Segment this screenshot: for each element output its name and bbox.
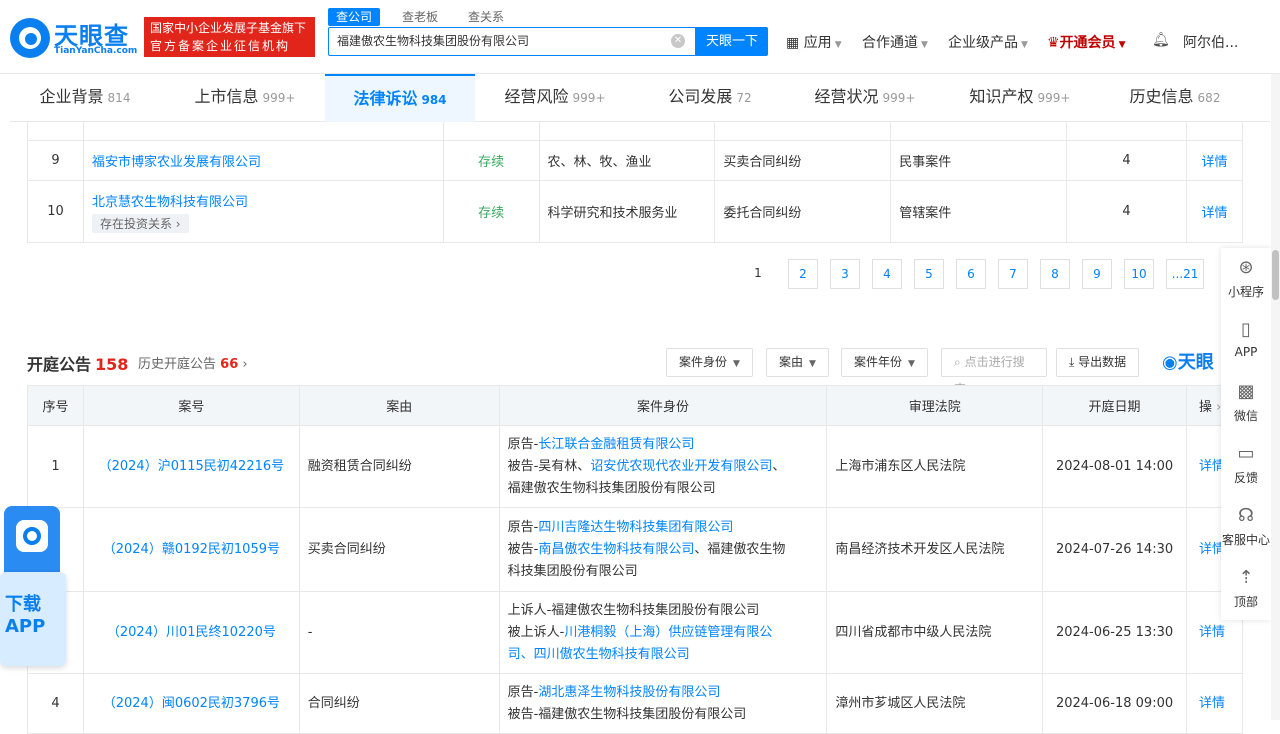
chevron-down-icon: ▼ [921, 40, 928, 50]
party-link[interactable]: 诏安优农现代农业开发有限公司 [590, 459, 772, 474]
rail-feedback[interactable]: ▭ 反馈 [1221, 434, 1271, 496]
court-announcement-table: 序号 案号 案由 案件身份 审理法院 开庭日期操 › 1 （2024）沪0115民初422… [27, 385, 1243, 734]
party-link[interactable]: 川港桐毅（上海）供应链管理有限公 [564, 625, 772, 640]
case-number-link[interactable]: （2024）赣0192民初1059号 [82, 507, 300, 592]
detail-link[interactable]: 详情 [1201, 206, 1227, 221]
search-tab-boss[interactable]: 查老板 [394, 8, 446, 26]
rail-app[interactable]: ▯ APP [1221, 310, 1271, 372]
rail-support[interactable]: ☊ 客服中心 [1221, 496, 1271, 558]
filter-year[interactable]: 案件年份 ▼ [841, 348, 928, 377]
status-badge: 存续 [442, 140, 540, 181]
status-badge: 存续 [442, 180, 540, 243]
export-button[interactable]: ⤓ 导出数据 [1056, 348, 1140, 377]
tab-risk[interactable]: 经营风险 999+ [480, 74, 630, 122]
party-link[interactable]: 司、四川傲农生物科技有限公司 [508, 647, 690, 662]
page-4[interactable]: 4 [872, 259, 902, 289]
section-tabs: 企业背景 814 上市信息 999+ 法律诉讼 984 经营风险 999+ 公司发展 72… [10, 74, 1270, 122]
page-scrollbar[interactable] [1271, 74, 1280, 720]
tab-operations[interactable]: 经营状况 999+ [790, 74, 940, 122]
brand-watermark: ◉天眼 [1162, 352, 1214, 373]
tab-history[interactable]: 历史信息 682 [1100, 74, 1250, 122]
top-header: 天眼查 TianYanCha.com 国家中小企业发展子基金旗下 官方备案企业征… [0, 0, 1280, 74]
user-menu[interactable]: 阿尔伯... [1183, 32, 1238, 52]
table-row: 10 北京慧农生物科技有限公司 存在投资关系 › 存续 科学研究和技术服务业 委托… [27, 180, 1244, 243]
crown-icon: ♛ [1047, 35, 1060, 51]
nav-channel[interactable]: 合作通道 ▼ [862, 32, 928, 52]
download-app-float[interactable]: 下载 APP [0, 506, 66, 666]
page-5[interactable]: 5 [914, 259, 944, 289]
chevron-down-icon: ▼ [1118, 40, 1126, 50]
detail-link[interactable]: 详情 [1199, 625, 1225, 640]
company-link[interactable]: 福安市博家农业发展有限公司 [92, 155, 261, 170]
section-title: 开庭公告 158 [27, 355, 129, 374]
page-6[interactable]: 6 [956, 259, 986, 289]
party-link[interactable]: 南昌傲农生物科技有限公司 [538, 542, 694, 557]
official-badge[interactable]: 国家中小企业发展子基金旗下 官方备案企业征信机构 [144, 17, 315, 57]
page-7[interactable]: 7 [998, 259, 1028, 289]
case-number-link[interactable]: （2024）闽0602民初3796号 [82, 673, 300, 734]
party-link[interactable]: 湖北惠泽生物科技股份有限公司 [538, 685, 720, 700]
chevron-down-icon: ▼ [1021, 40, 1028, 50]
table-row: 3 （2024）川01民终10220号 - 上诉人-福建傲农生物科技集团股份有限… [27, 591, 1243, 674]
history-court-link[interactable]: 历史开庭公告 66 › [138, 353, 248, 372]
tab-legal[interactable]: 法律诉讼 984 [325, 74, 475, 122]
tab-development[interactable]: 公司发展 72 [635, 74, 785, 122]
search-tab-relation[interactable]: 查关系 [460, 8, 512, 26]
rail-wechat[interactable]: ▩ 微信 [1221, 372, 1271, 434]
table-search-input[interactable]: ⌕ 点击进行搜索 [941, 348, 1047, 396]
headset-icon: ☊ [1238, 505, 1254, 526]
case-number-link[interactable]: （2024）沪0115民初42216号 [82, 425, 300, 508]
search-tab-company[interactable]: 查公司 [328, 8, 381, 26]
filter-identity[interactable]: 案件身份 ▼ [666, 348, 753, 377]
clear-icon[interactable]: ✕ [671, 34, 685, 48]
miniprogram-icon: ⊛ [1238, 257, 1254, 278]
nav-enterprise[interactable]: 企业级产品 ▼ [948, 32, 1028, 52]
nav-apps[interactable]: ▦ 应用 ▼ [786, 32, 842, 52]
page-9[interactable]: 9 [1082, 259, 1112, 289]
search-tabs: 查公司 查老板 查关系 [328, 8, 526, 26]
page-1[interactable]: 1 [743, 259, 773, 289]
party-link[interactable]: 四川吉隆达生物科技集团有限公司 [538, 520, 733, 535]
phone-icon: ▯ [1241, 319, 1251, 340]
rail-miniprogram[interactable]: ⊛ 小程序 [1221, 248, 1271, 310]
page-3[interactable]: 3 [830, 259, 860, 289]
tab-listing[interactable]: 上市信息 999+ [170, 74, 320, 122]
search-input[interactable]: 福建傲农生物科技集团股份有限公司 ✕ [328, 27, 696, 56]
right-toolbar: ⊛ 小程序 ▯ APP ▩ 微信 ▭ 反馈 ☊ 客服中心 ⇡ 顶部 [1221, 248, 1271, 620]
chat-icon: ▭ [1237, 443, 1255, 464]
page-2[interactable]: 2 [788, 259, 818, 289]
tab-ip[interactable]: 知识产权 999+ [945, 74, 1095, 122]
filter-cause[interactable]: 案由 ▼ [766, 348, 829, 377]
table-row: 2 （2024）赣0192民初1059号 买卖合同纠纷 原告-四川吉隆达生物科技… [27, 507, 1243, 592]
party-link[interactable]: 长江联合金融租赁有限公司 [538, 437, 694, 452]
page-10[interactable]: 10 [1124, 259, 1154, 289]
tab-background[interactable]: 企业背景 814 [10, 74, 160, 122]
search-button[interactable]: 天眼一下 [696, 27, 768, 56]
qrcode-icon: ▩ [1237, 381, 1255, 402]
table-header: 序号 案号 案由 案件身份 审理法院 开庭日期操 › [27, 385, 1243, 426]
chevron-down-icon: ▼ [834, 40, 842, 50]
page-8[interactable]: 8 [1040, 259, 1070, 289]
detail-link[interactable]: 详情 [1199, 696, 1225, 711]
table-row: 1 （2024）沪0115民初42216号 融资租赁合同纠纷 原告-长江联合金融… [27, 425, 1243, 508]
search-icon: ⌕ [954, 355, 961, 369]
page-last[interactable]: ...21 [1166, 259, 1204, 289]
rocket-icon: ⇡ [1238, 567, 1254, 588]
site-logo[interactable]: 天眼查 TianYanCha.com [10, 16, 138, 58]
table-row: 9 福安市博家农业发展有限公司 存续 农、林、牧、渔业 买卖合同纠纷 民事案件 … [27, 140, 1244, 181]
rail-top[interactable]: ⇡ 顶部 [1221, 558, 1271, 620]
logo-eye-icon [10, 18, 50, 58]
detail-link[interactable]: 详情 [1201, 155, 1227, 170]
bell-icon[interactable]: 🔔︎ [1152, 32, 1170, 48]
case-number-link[interactable]: （2024）川01民终10220号 [82, 591, 300, 674]
scrollbar-thumb[interactable] [1272, 250, 1279, 300]
company-link[interactable]: 北京慧农生物科技有限公司 [92, 195, 248, 210]
app-logo-icon [16, 520, 48, 552]
table-row: 4 （2024）闽0602民初3796号 合同纠纷 原告-湖北惠泽生物科技股份有… [27, 673, 1243, 734]
download-icon: ⤓ [1069, 355, 1075, 369]
investment-tag[interactable]: 存在投资关系 › [91, 213, 189, 233]
nav-vip[interactable]: ♛开通会员 ▼ [1047, 32, 1125, 52]
grid-icon: ▦ [786, 35, 800, 51]
